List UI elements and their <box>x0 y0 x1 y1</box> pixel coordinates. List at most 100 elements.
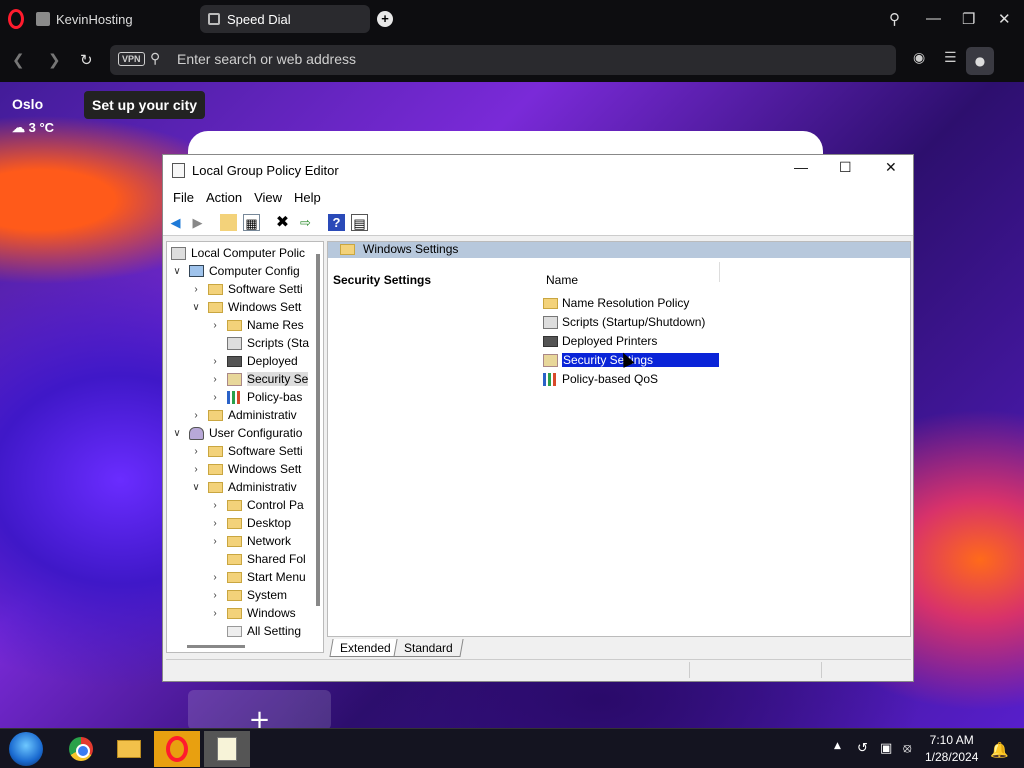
address-placeholder: Enter search or web address <box>177 51 356 67</box>
temperature-value: 3 °C <box>28 120 55 135</box>
tree-item-user-administrative-templates[interactable]: ∨ Administrativ <box>190 478 296 496</box>
notification-bell-icon[interactable]: 🔔 <box>990 741 1009 759</box>
view-tabs: Extended Standard <box>327 637 911 659</box>
tree-item-deployed-printers[interactable]: › Deployed <box>209 352 297 370</box>
volume-muted-icon[interactable]: ⦻ <box>903 741 912 756</box>
back-arrow-icon[interactable]: ◀ <box>167 214 184 231</box>
help-icon[interactable]: ? <box>328 214 345 231</box>
profile-icon[interactable]: ● <box>966 47 994 75</box>
up-folder-icon[interactable] <box>220 214 237 231</box>
maximize-icon[interactable]: ☐ <box>839 159 852 176</box>
opera-taskbar-button[interactable] <box>154 731 200 767</box>
list-item-name-resolution-policy[interactable]: Name Resolution Policy <box>543 294 719 312</box>
reload-icon[interactable]: ↻ <box>80 51 93 69</box>
speed-dial-icon <box>208 13 220 25</box>
menu-file[interactable]: File <box>173 190 194 205</box>
close-icon[interactable]: ✕ <box>998 10 1011 28</box>
list-item-policy-based-qos[interactable]: Policy-based QoS <box>543 370 719 388</box>
folder-icon <box>543 297 558 309</box>
show-hide-tree-icon[interactable]: ▦ <box>243 214 260 231</box>
system-clock[interactable]: 7:10 AM 1/28/2024 <box>925 732 978 766</box>
tree-item-shared-folders[interactable]: Shared Fol <box>209 550 306 568</box>
window-title-bar[interactable]: Local Group Policy Editor — ☐ ✕ <box>163 155 913 186</box>
notepad-taskbar-button[interactable] <box>204 731 250 767</box>
tree-item-desktop[interactable]: › Desktop <box>209 514 291 532</box>
tree-item-software-settings[interactable]: › Software Setti <box>190 280 302 298</box>
tree-item-all-settings[interactable]: All Setting <box>209 622 301 640</box>
back-icon[interactable]: ❮ <box>12 51 25 69</box>
forward-icon[interactable]: ❯ <box>48 51 61 69</box>
security-icon <box>543 353 558 367</box>
tree-item-name-resolution[interactable]: › Name Res <box>209 316 303 334</box>
details-description-title: Security Settings <box>333 273 432 287</box>
camera-icon[interactable]: ◉ <box>913 50 925 66</box>
chrome-taskbar-button[interactable] <box>58 731 104 767</box>
tree-item-control-panel[interactable]: › Control Pa <box>209 496 303 514</box>
tree-vertical-scrollbar[interactable] <box>316 254 320 606</box>
tree-item-start-menu[interactable]: › Start Menu <box>209 568 305 586</box>
address-bar[interactable]: VPN ⚲ Enter search or web address <box>110 45 896 75</box>
minimize-icon[interactable]: — <box>794 159 808 175</box>
tree-item-user-windows-settings[interactable]: › Windows Sett <box>190 460 301 478</box>
easy-setup-icon[interactable]: ☰ <box>944 50 957 66</box>
search-icon[interactable]: ⚲ <box>889 10 900 28</box>
tree-item-administrative-templates[interactable]: › Administrativ <box>190 406 296 424</box>
add-speed-dial-button[interactable]: + <box>188 690 331 735</box>
tab-extended[interactable]: Extended <box>329 639 402 657</box>
menu-bar: File Action View Help <box>163 186 913 209</box>
explorer-taskbar-button[interactable] <box>106 731 152 767</box>
show-hidden-icons-icon[interactable]: ▲ <box>834 741 841 751</box>
minimize-icon[interactable]: — <box>926 10 941 27</box>
tab-label: Speed Dial <box>227 11 291 27</box>
tab-kevinhosting[interactable]: KevinHosting <box>36 5 133 33</box>
menu-action[interactable]: Action <box>206 190 242 205</box>
tree-horizontal-scrollbar[interactable] <box>187 645 245 648</box>
notepad-icon <box>217 737 237 761</box>
delete-icon[interactable]: ✖ <box>274 214 291 231</box>
weather-widget[interactable]: Oslo ☁ 3 °C <box>12 96 54 136</box>
details-pane: Windows Settings Security Settings Name … <box>327 241 911 637</box>
tab-speed-dial[interactable]: Speed Dial <box>200 5 370 33</box>
status-bar <box>166 659 911 679</box>
tree-item-computer-configuration[interactable]: ∨ Computer Config <box>171 262 299 280</box>
tab-standard[interactable]: Standard <box>393 639 464 657</box>
tree-item-windows-components[interactable]: › Windows <box>209 604 295 622</box>
opera-icon <box>166 736 188 762</box>
chrome-icon <box>69 737 93 761</box>
tree-item-user-software-settings[interactable]: › Software Setti <box>190 442 302 460</box>
favicon-icon <box>36 12 50 26</box>
clock-date: 1/28/2024 <box>925 750 979 764</box>
setup-city-tooltip[interactable]: Set up your city <box>84 91 206 119</box>
vpn-badge[interactable]: VPN <box>118 52 145 66</box>
tree-item-local-computer-policy[interactable]: Local Computer Polic <box>171 244 305 262</box>
window-title: Local Group Policy Editor <box>192 163 339 178</box>
weather-city: Oslo <box>12 96 44 112</box>
list-item-scripts[interactable]: Scripts (Startup/Shutdown) <box>543 313 719 331</box>
network-icon[interactable]: ▣ <box>880 741 892 756</box>
tree-item-windows-settings[interactable]: ∨ Windows Sett <box>190 298 301 316</box>
new-tab-button[interactable]: + <box>377 11 393 27</box>
start-button[interactable] <box>9 732 43 766</box>
opera-logo-icon[interactable] <box>8 9 24 29</box>
gpedit-window: Local Group Policy Editor — ☐ ✕ File Act… <box>162 154 914 682</box>
gpedit-app-icon <box>172 163 185 178</box>
menu-view[interactable]: View <box>254 190 282 205</box>
tree-item-network[interactable]: › Network <box>209 532 291 550</box>
tree-item-user-configuration[interactable]: ∨ User Configuratio <box>171 424 302 442</box>
tree-item-system[interactable]: › System <box>209 586 287 604</box>
export-list-icon[interactable]: ⇨ <box>297 214 314 231</box>
clock-time: 7:10 AM <box>929 733 974 747</box>
properties-icon[interactable]: ▤ <box>351 214 368 231</box>
sync-icon[interactable]: ↺ <box>857 741 868 756</box>
close-icon[interactable]: ✕ <box>885 159 897 176</box>
qos-chart-icon <box>543 372 558 386</box>
list-item-deployed-printers[interactable]: Deployed Printers <box>543 332 719 350</box>
tree-item-scripts[interactable]: Scripts (Sta <box>209 334 309 352</box>
scripts-icon <box>543 315 558 329</box>
restore-icon[interactable]: ❐ <box>962 10 975 28</box>
tree-item-policy-based-qos[interactable]: › Policy-bas <box>209 388 302 406</box>
column-header-name[interactable]: Name <box>530 262 720 287</box>
tree-item-security-settings[interactable]: › Security Se <box>209 370 309 388</box>
menu-help[interactable]: Help <box>294 190 321 205</box>
forward-arrow-icon[interactable]: ▶ <box>189 214 206 231</box>
